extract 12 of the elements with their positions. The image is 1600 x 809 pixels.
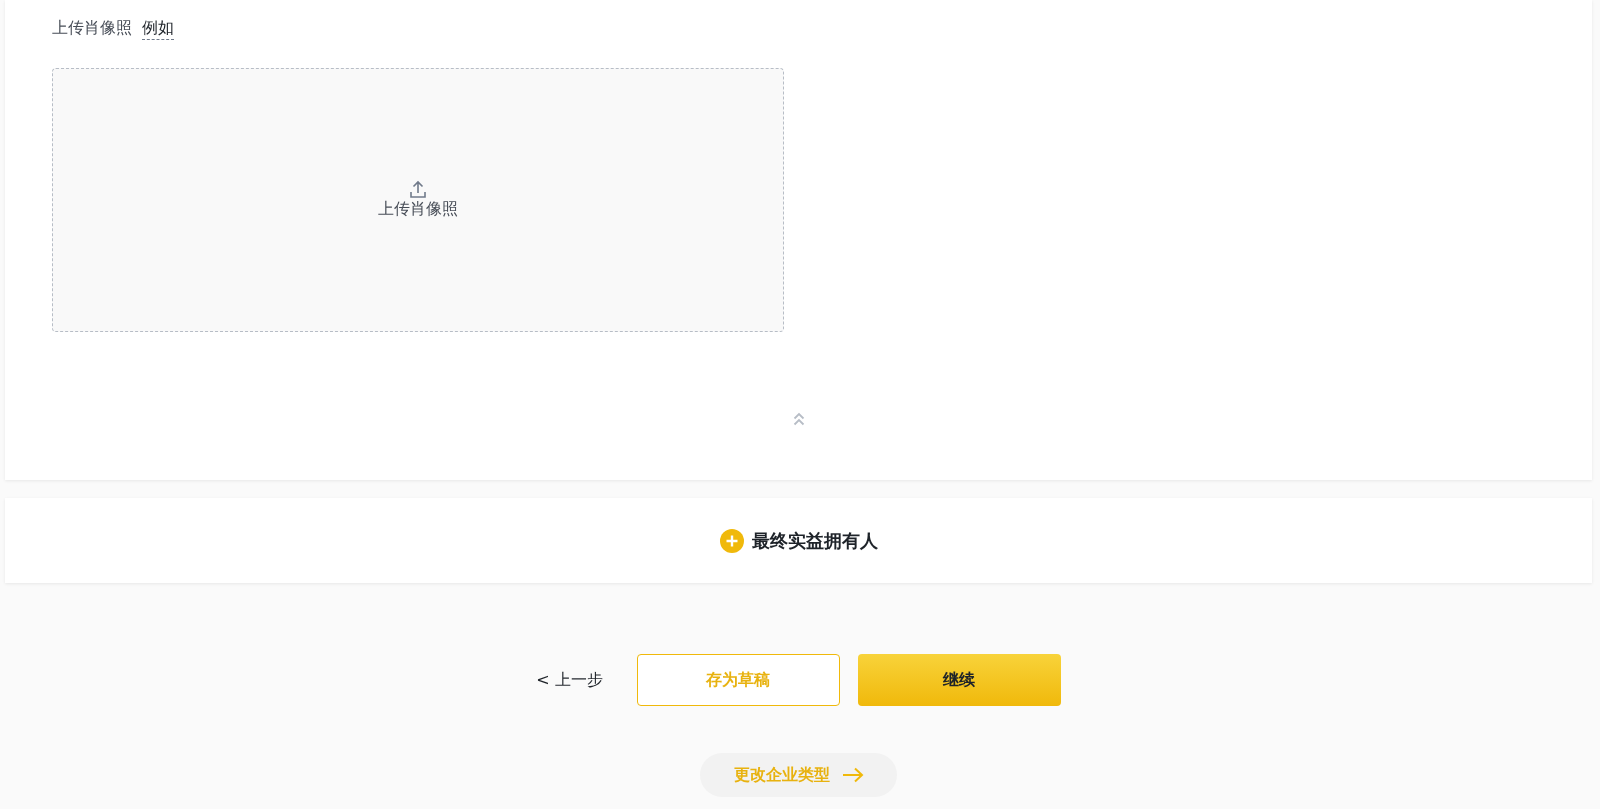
upload-text: 上传肖像照 [378,198,458,220]
arrow-right-icon [841,767,864,783]
upload-icon [410,180,426,198]
add-owner-card[interactable]: 最终实益拥有人 [5,498,1592,583]
example-link[interactable]: 例如 [142,16,174,40]
continue-button[interactable]: 继续 [857,654,1061,706]
collapse-chevron-icon[interactable] [792,412,805,426]
upload-photo-label: 上传肖像照 [52,17,132,39]
back-link[interactable]: < 上一步 [536,668,603,692]
plus-circle-icon [719,528,744,553]
add-owner-label: 最终实益拥有人 [751,529,878,553]
upload-dropzone[interactable]: 上传肖像照 [52,68,784,332]
